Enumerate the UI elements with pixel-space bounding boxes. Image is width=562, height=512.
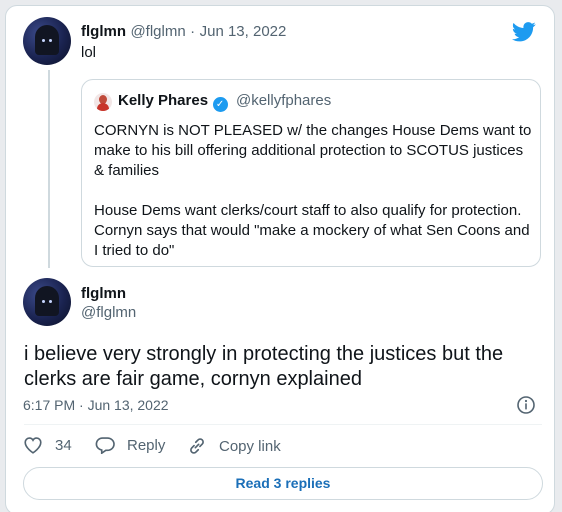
tweet-date[interactable]: Jun 13, 2022 xyxy=(200,23,287,40)
copy-link-button[interactable]: Copy link xyxy=(187,436,281,456)
reply-tweet-text: lol xyxy=(81,44,97,61)
quoted-tweet[interactable]: Kelly Phares ✓ @kellyfphares CORNYN is N… xyxy=(81,79,541,267)
info-icon[interactable] xyxy=(516,395,536,415)
copy-link-label: Copy link xyxy=(219,437,281,455)
read-replies-label: Read 3 replies xyxy=(235,475,331,491)
quoted-tweet-header: Kelly Phares ✓ @kellyfphares xyxy=(118,92,331,112)
handle[interactable]: @flglmn xyxy=(130,23,185,40)
link-icon xyxy=(190,438,204,454)
separator: · xyxy=(190,23,196,40)
divider xyxy=(24,424,542,425)
display-name[interactable]: flglmn xyxy=(81,23,126,40)
quoted-tweet-text: CORNYN is NOT PLEASED w/ the changes Hou… xyxy=(94,122,532,259)
tweet-timestamp[interactable]: 6:17 PM · Jun 13, 2022 xyxy=(23,397,169,413)
like-button[interactable]: 34 xyxy=(23,436,72,454)
heart-icon xyxy=(24,437,42,454)
quoted-avatar xyxy=(94,93,112,111)
tweet-embed-card: flglmn @flglmn · Jun 13, 2022 lol Kelly … xyxy=(5,5,555,512)
reply-icon xyxy=(95,437,115,454)
reply-button[interactable]: Reply xyxy=(95,436,165,454)
thread-line xyxy=(48,70,50,268)
like-count: 34 xyxy=(55,436,72,454)
main-display-name[interactable]: flglmn xyxy=(81,285,126,302)
quoted-handle: @kellyfphares xyxy=(235,92,332,109)
main-avatar[interactable] xyxy=(23,278,71,326)
twitter-bird-icon[interactable] xyxy=(512,21,536,43)
reply-label: Reply xyxy=(127,436,166,454)
avatar[interactable] xyxy=(23,17,71,65)
quoted-display-name: Kelly Phares xyxy=(118,92,209,109)
read-replies-button[interactable]: Read 3 replies xyxy=(23,467,543,500)
reply-tweet-header: flglmn @flglmn · Jun 13, 2022 xyxy=(81,23,286,41)
verified-badge-icon: ✓ xyxy=(212,97,228,112)
main-tweet-text: i believe very strongly in protecting th… xyxy=(24,343,504,390)
main-handle[interactable]: @flglmn xyxy=(81,304,136,321)
